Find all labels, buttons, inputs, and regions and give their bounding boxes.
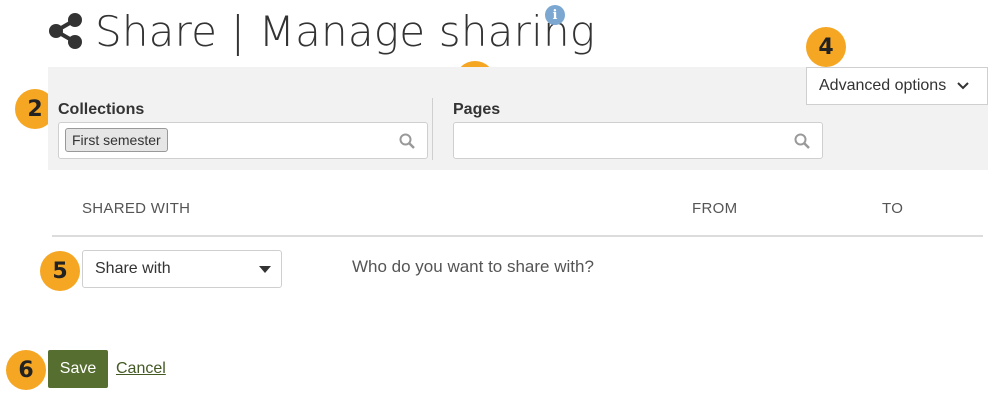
search-icon[interactable] bbox=[794, 133, 810, 149]
cancel-link[interactable]: Cancel bbox=[116, 360, 166, 378]
share-hint: Who do you want to share with? bbox=[352, 257, 594, 276]
caret-down-icon bbox=[259, 266, 271, 273]
callout-badge: 5 bbox=[40, 251, 80, 291]
column-header-to: TO bbox=[882, 200, 904, 217]
info-icon[interactable]: i bbox=[545, 5, 565, 25]
advanced-options-label: Advanced options bbox=[819, 77, 947, 94]
panel-divider bbox=[432, 98, 433, 160]
collection-tag[interactable]: First semester bbox=[65, 128, 168, 152]
share-with-value: Share with bbox=[95, 260, 171, 277]
chevron-down-icon bbox=[957, 82, 969, 90]
share-icon bbox=[49, 13, 82, 49]
column-header-shared-with: SHARED WITH bbox=[82, 200, 191, 217]
page-header: Share | Manage sharing bbox=[47, 5, 595, 57]
callout-badge: 4 bbox=[806, 27, 846, 67]
advanced-options-button[interactable]: Advanced options bbox=[806, 67, 988, 105]
page-title: Share | Manage sharing bbox=[95, 6, 596, 56]
save-button[interactable]: Save bbox=[48, 350, 108, 388]
collections-label: Collections bbox=[58, 101, 145, 118]
column-header-from: FROM bbox=[692, 200, 738, 217]
share-with-select[interactable]: Share with bbox=[82, 250, 282, 288]
table-divider bbox=[52, 235, 983, 237]
pages-label: Pages bbox=[453, 101, 501, 118]
pages-input[interactable] bbox=[453, 122, 823, 159]
search-icon[interactable] bbox=[399, 133, 415, 149]
callout-badge: 6 bbox=[6, 350, 46, 390]
